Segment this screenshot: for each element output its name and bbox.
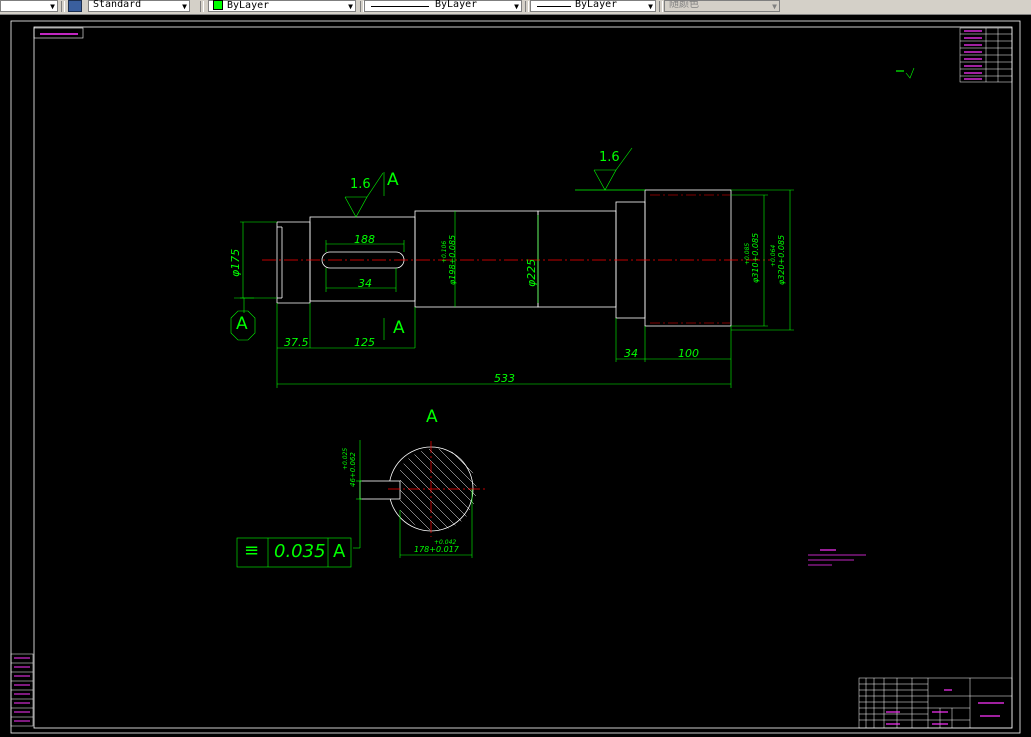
drawing-canvas[interactable]: φ175 188 34 37.5 125 34 100 533 φ198+0.0… [0, 15, 1031, 737]
text-style-combo[interactable]: Standard ▼ [88, 0, 190, 12]
dim-keyway-depth: 46+0.062 [349, 452, 357, 487]
corner-tag [33, 27, 84, 39]
tolerance-value: 0.035 [274, 541, 326, 562]
plot-color-value: 随颜色 [669, 0, 699, 10]
tolerance-symbol: ≡ [244, 540, 260, 561]
toolbar-separator [659, 1, 663, 12]
chevron-down-icon: ▼ [648, 2, 653, 11]
dim-keyway-width: 34 [358, 277, 372, 290]
section-view-title: A [426, 407, 438, 427]
toolbar-separator [525, 1, 529, 12]
inner-border [33, 26, 1013, 729]
text-style-value: Standard [93, 0, 142, 10]
lineweight-value: ByLayer [575, 0, 618, 10]
line-sample-icon [537, 6, 571, 7]
section-marker-a-top: A [387, 170, 399, 190]
chevron-down-icon: ▼ [182, 2, 187, 11]
cad-drawing [10, 20, 1021, 734]
outer-border [10, 20, 1021, 734]
prev-combo[interactable]: ▼ [0, 0, 58, 12]
dim-diameter-175: φ175 [229, 248, 242, 277]
roughness-value-2: 1.6 [599, 150, 620, 165]
revision-table [959, 27, 1013, 83]
toolbar-separator [61, 1, 65, 12]
dim-section-width: 178+0.017 [414, 545, 459, 554]
chevron-down-icon: ▼ [348, 2, 353, 11]
dim-37-5: 37.5 [284, 336, 309, 349]
dim-100: 100 [678, 347, 699, 360]
dim-section-width-tol: +0.042 [434, 539, 457, 546]
dim-keyway-depth-tol: +0.025 [342, 447, 349, 470]
dim-diameter-198-tol: +0.106 [441, 240, 448, 263]
title-block-text [886, 689, 1004, 725]
plot-color-combo: 随颜色 ▼ [664, 0, 780, 12]
roughness-value-1: 1.6 [350, 177, 371, 192]
dim-keyway-length: 188 [354, 233, 375, 246]
linetype-value: ByLayer [435, 0, 478, 10]
chevron-down-icon: ▼ [772, 2, 777, 11]
text-style-icon[interactable] [68, 0, 82, 12]
dimension-lines [230, 147, 794, 388]
dim-diameter-225: φ225 [525, 258, 538, 287]
dim-34-step: 34 [624, 347, 638, 360]
side-strip-text [14, 657, 30, 722]
lineweight-combo[interactable]: ByLayer ▼ [530, 0, 656, 12]
datum-label-a: A [236, 314, 248, 334]
dim-533: 533 [494, 372, 515, 385]
tolerance-datum: A [333, 541, 346, 562]
technical-notes [808, 549, 866, 566]
section-marker-a-bottom: A [393, 318, 405, 338]
roughness-note [896, 67, 915, 79]
layer-value: ByLayer [227, 0, 270, 11]
color-swatch-icon [213, 0, 223, 10]
dim-diameter-320-tol: +0.064 [770, 244, 777, 267]
dim-diameter-310: φ310+0.085 [751, 232, 760, 283]
dim-diameter-198: φ198+0.085 [448, 234, 457, 285]
linetype-combo[interactable]: ByLayer ▼ [364, 0, 522, 12]
properties-toolbar: ▼ Standard ▼ ByLayer ▼ ByLayer ▼ ByLayer… [0, 0, 1031, 15]
chevron-down-icon: ▼ [50, 2, 55, 11]
toolbar-separator [200, 1, 204, 12]
dim-diameter-320: φ320+0.085 [777, 234, 786, 285]
line-sample-icon [371, 6, 429, 7]
dim-125: 125 [354, 336, 375, 349]
side-strip-table [10, 653, 34, 727]
shaft-outline [276, 189, 732, 327]
layer-color-combo[interactable]: ByLayer ▼ [208, 0, 356, 12]
section-view [236, 440, 487, 568]
dim-diameter-310-tol: +0.085 [744, 242, 751, 265]
chevron-down-icon: ▼ [514, 2, 519, 11]
